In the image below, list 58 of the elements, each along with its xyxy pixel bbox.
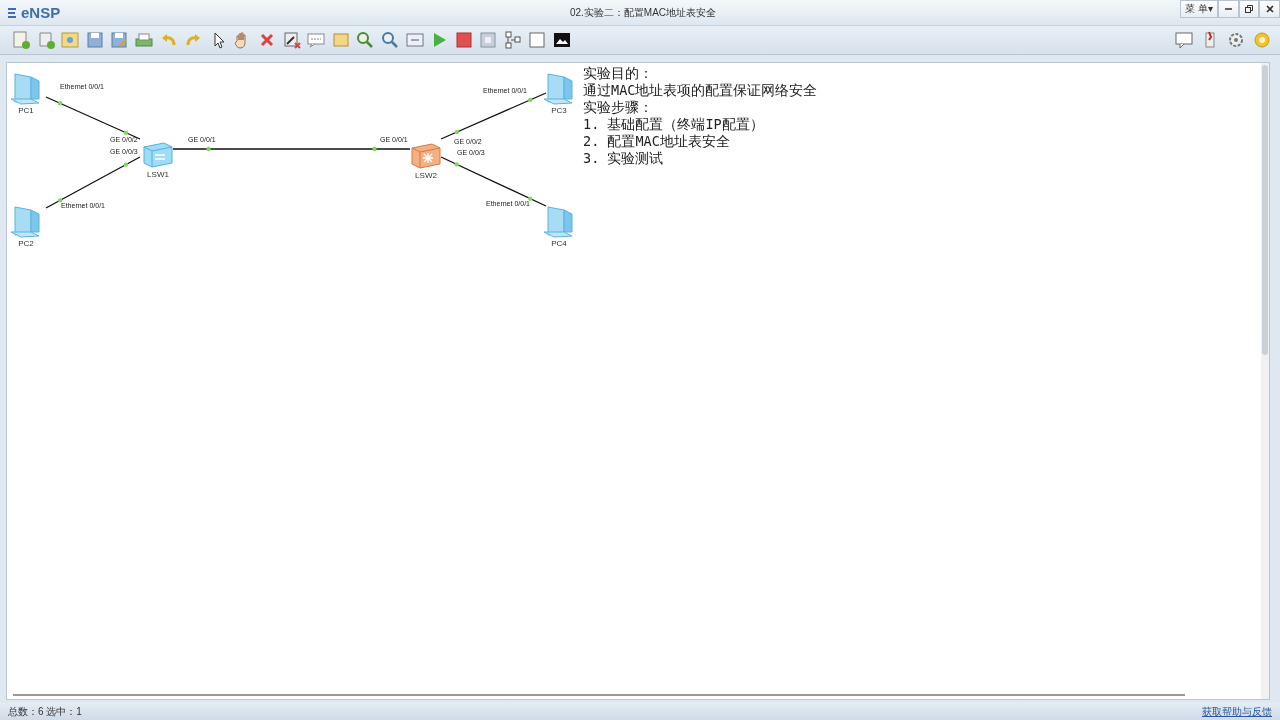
port-status-dot (528, 97, 533, 103)
chat-icon[interactable] (1174, 30, 1194, 50)
restore-icon (1243, 4, 1254, 14)
fit-view-icon[interactable] (404, 30, 425, 50)
settings-icon[interactable] (1226, 30, 1246, 50)
computer-icon[interactable] (542, 71, 576, 105)
device-label: LSW2 (415, 171, 437, 180)
help-feedback-link[interactable]: 获取帮助与反馈 (1202, 704, 1272, 719)
device-label: PC3 (551, 106, 567, 115)
clear-icon[interactable] (281, 30, 302, 50)
stop-icon[interactable] (453, 30, 474, 50)
save-icon[interactable] (84, 30, 105, 50)
window-title: 02.实验二：配置MAC地址表安全 (569, 5, 717, 20)
link-line[interactable] (45, 156, 141, 209)
port-status-dot (123, 162, 129, 167)
menu-button[interactable]: 菜 单▾ (1180, 0, 1218, 18)
text-note[interactable]: 实验目的： 通过MAC地址表项的配置保证网络安全 实验步骤： 1. 基础配置（终端IP配置） 2. 配置MAC地址表安全 3. 实验测试 (583, 65, 818, 167)
restore-button[interactable] (1238, 0, 1260, 18)
save-as-icon[interactable] (109, 30, 130, 50)
link-line[interactable] (440, 156, 547, 207)
capture-icon[interactable] (478, 30, 499, 50)
port-status-dot (206, 146, 211, 152)
switch-icon[interactable] (141, 139, 175, 169)
screen-icon[interactable] (552, 30, 573, 50)
device-label: PC4 (551, 239, 567, 248)
computer-icon[interactable] (9, 204, 43, 238)
computer-icon[interactable] (542, 204, 576, 238)
port-status-dot (454, 162, 459, 167)
horizontal-scrollbar[interactable] (13, 694, 1185, 696)
close-button[interactable] (1259, 0, 1280, 18)
minimize-icon (1224, 8, 1232, 10)
link-line[interactable] (45, 96, 141, 140)
switch-icon[interactable] (409, 140, 443, 170)
link-line[interactable] (172, 148, 411, 150)
port-status-dot (454, 129, 459, 135)
vertical-scrollbar[interactable] (1261, 63, 1269, 699)
app-name: eNSP (21, 4, 61, 21)
device-label: PC2 (18, 239, 34, 248)
device-label: PC1 (18, 106, 34, 115)
rectangle-icon[interactable] (330, 30, 351, 50)
new-topology-icon[interactable] (11, 30, 31, 50)
computer-icon[interactable] (9, 71, 43, 105)
port-status-dot (372, 146, 377, 152)
port-status-dot (123, 130, 129, 135)
close-icon (1264, 4, 1275, 14)
logo-icon (6, 5, 18, 20)
port-status-dot (57, 101, 63, 106)
port-status-dot (528, 196, 533, 201)
minimize-button[interactable] (1217, 0, 1239, 18)
device-label: LSW1 (147, 170, 169, 179)
link-line[interactable] (440, 92, 547, 140)
selection-summary: 总数：6 选中：1 (8, 704, 82, 719)
open-icon[interactable] (60, 30, 81, 50)
topology-icon[interactable] (502, 30, 523, 50)
zoom-out-icon[interactable] (379, 30, 400, 50)
print-icon[interactable] (133, 30, 154, 50)
port-status-dot (57, 198, 63, 203)
help-icon[interactable] (1252, 30, 1272, 50)
